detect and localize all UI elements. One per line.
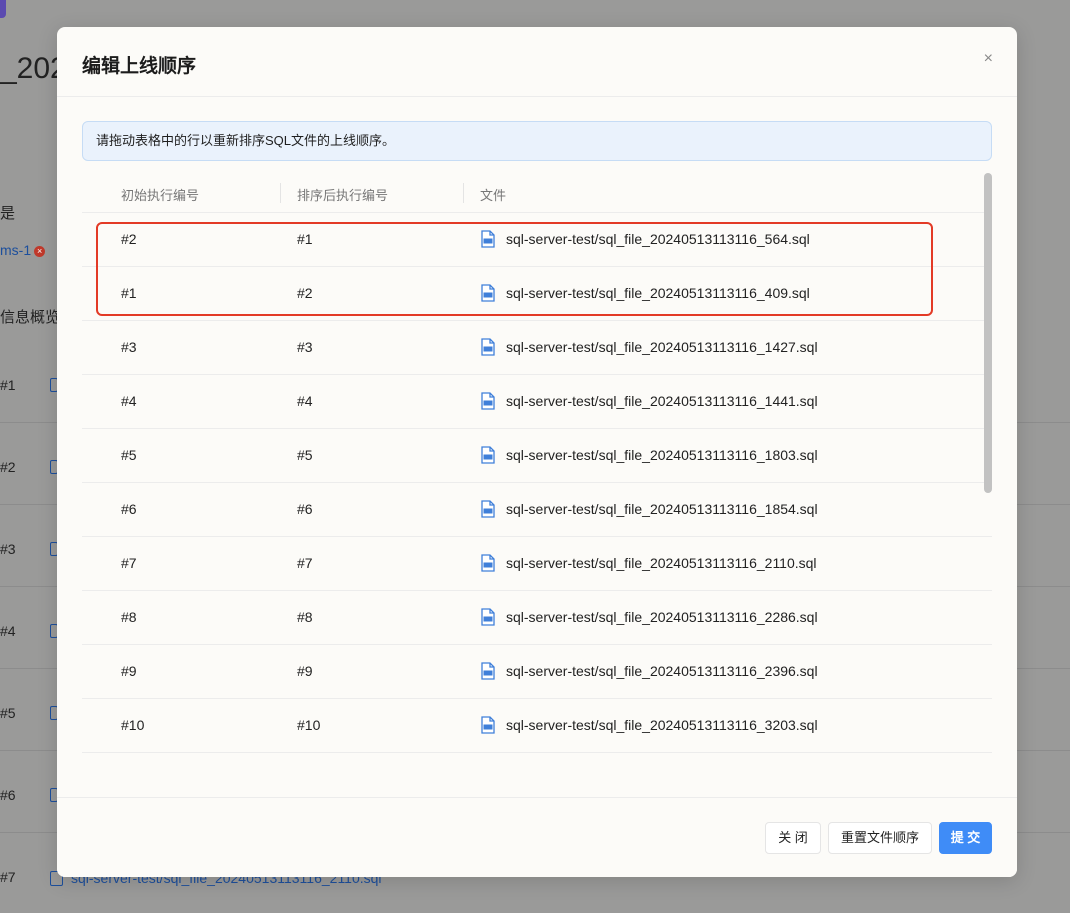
table-row[interactable]: #6 #6 sql-server-test/sql_file_20240513113… (82, 483, 992, 537)
scrollbar-thumb[interactable] (984, 173, 992, 493)
sorted-order: #8 (297, 609, 313, 625)
sorted-order: #4 (297, 393, 313, 409)
file-link[interactable]: sql-server-test/sql_file_20240513113116_… (506, 501, 818, 517)
table-header: 初始执行编号 排序后执行编号 文件 (82, 173, 992, 213)
column-header-sorted: 排序后执行编号 (297, 188, 389, 203)
file-link[interactable]: sql-server-test/sql_file_20240513113116_… (506, 339, 818, 355)
close-button[interactable]: 关 闭 (765, 822, 821, 854)
file-cell: sql-server-test/sql_file_20240513113116_… (480, 446, 818, 464)
edit-order-modal: 编辑上线顺序 × 请拖动表格中的行以重新排序SQL文件的上线顺序。 初始执行编号… (57, 27, 1017, 877)
file-link[interactable]: sql-server-test/sql_file_20240513113116_… (506, 609, 818, 625)
column-divider (463, 183, 464, 203)
sql-file-icon (481, 446, 495, 464)
sort-table: 初始执行编号 排序后执行编号 文件 #2 #1 sql-server-test/sq… (82, 173, 992, 773)
sorted-order: #2 (297, 285, 313, 301)
file-cell: sql-server-test/sql_file_20240513113116_… (480, 554, 817, 572)
file-link[interactable]: sql-server-test/sql_file_20240513113116_… (506, 285, 810, 301)
background-row-number: #4 (0, 623, 16, 639)
file-link[interactable]: sql-server-test/sql_file_20240513113116_… (506, 447, 818, 463)
background-row-number: #2 (0, 459, 16, 475)
sql-file-icon (481, 554, 495, 572)
reset-order-button[interactable]: 重置文件顺序 (828, 822, 932, 854)
table-row[interactable]: #9 #9 sql-server-test/sql_file_20240513113… (82, 645, 992, 699)
background-row-number: #7 (0, 869, 16, 885)
initial-order: #2 (121, 231, 137, 247)
sql-file-icon (481, 230, 495, 248)
file-link[interactable]: sql-server-test/sql_file_20240513113116_… (506, 231, 810, 247)
file-cell: sql-server-test/sql_file_20240513113116_… (480, 230, 810, 248)
background-row-number: #6 (0, 787, 16, 803)
table-row[interactable]: #10 #10 sql-server-test/sql_file_202405131… (82, 699, 992, 753)
table-row[interactable]: #2 #1 sql-server-test/sql_file_20240513113… (82, 213, 992, 267)
sorted-order: #1 (297, 231, 313, 247)
background-row-number: #5 (0, 705, 16, 721)
background-overview-label: 信息概览 (0, 309, 61, 326)
initial-order: #3 (121, 339, 137, 355)
file-cell: sql-server-test/sql_file_20240513113116_… (480, 608, 818, 626)
file-cell: sql-server-test/sql_file_20240513113116_… (480, 284, 810, 302)
modal-header: 编辑上线顺序 × (57, 27, 1017, 97)
file-cell: sql-server-test/sql_file_20240513113116_… (480, 500, 818, 518)
sql-file-icon (481, 392, 495, 410)
background-row-number: #3 (0, 541, 16, 557)
sorted-order: #9 (297, 663, 313, 679)
file-link[interactable]: sql-server-test/sql_file_20240513113116_… (506, 663, 818, 679)
initial-order: #8 (121, 609, 137, 625)
sql-file-icon (481, 608, 495, 626)
table-row[interactable]: #1 #2 sql-server-test/sql_file_20240513113… (82, 267, 992, 321)
background-top-button (0, 0, 6, 18)
table-row[interactable]: #7 #7 sql-server-test/sql_file_20240513113… (82, 537, 992, 591)
info-alert: 请拖动表格中的行以重新排序SQL文件的上线顺序。 (82, 121, 992, 161)
modal-footer: 关 闭 重置文件顺序 提 交 (57, 797, 1017, 877)
initial-order: #5 (121, 447, 137, 463)
file-link[interactable]: sql-server-test/sql_file_20240513113116_… (506, 555, 817, 571)
file-link[interactable]: sql-server-test/sql_file_20240513113116_… (506, 717, 818, 733)
file-cell: sql-server-test/sql_file_20240513113116_… (480, 662, 818, 680)
sorted-order: #5 (297, 447, 313, 463)
sql-file-icon (481, 662, 495, 680)
initial-order: #1 (121, 285, 137, 301)
initial-order: #10 (121, 717, 145, 733)
column-header-initial: 初始执行编号 (121, 188, 200, 203)
column-header-file: 文件 (480, 188, 507, 203)
sql-file-icon (481, 284, 495, 302)
initial-order: #4 (121, 393, 137, 409)
tag-remove-icon: × (34, 246, 46, 257)
close-icon[interactable]: × (984, 51, 993, 67)
table-row[interactable]: #5 #5 sql-server-test/sql_file_20240513113… (82, 429, 992, 483)
initial-order: #7 (121, 555, 137, 571)
file-cell: sql-server-test/sql_file_20240513113116_… (480, 392, 818, 410)
table-row[interactable]: #3 #3 sql-server-test/sql_file_20240513113… (82, 321, 992, 375)
submit-button[interactable]: 提 交 (939, 822, 992, 854)
sql-file-icon (481, 338, 495, 356)
table-scrollbar[interactable] (984, 173, 992, 773)
table-body: #2 #1 sql-server-test/sql_file_20240513113… (82, 213, 992, 753)
background-label: 是 (0, 205, 16, 222)
sorted-order: #10 (297, 717, 321, 733)
file-link[interactable]: sql-server-test/sql_file_20240513113116_… (506, 393, 818, 409)
sql-file-icon (481, 716, 495, 734)
sorted-order: #6 (297, 501, 313, 517)
background-row-number: #1 (0, 377, 16, 393)
file-cell: sql-server-test/sql_file_20240513113116_… (480, 338, 818, 356)
table-row[interactable]: #8 #8 sql-server-test/sql_file_20240513113… (82, 591, 992, 645)
sorted-order: #7 (297, 555, 313, 571)
initial-order: #9 (121, 663, 137, 679)
initial-order: #6 (121, 501, 137, 517)
table-row[interactable]: #4 #4 sql-server-test/sql_file_20240513113… (82, 375, 992, 429)
modal-title: 编辑上线顺序 (82, 56, 197, 77)
column-divider (280, 183, 281, 203)
background-tag: ms-1 × (0, 242, 46, 258)
file-cell: sql-server-test/sql_file_20240513113116_… (480, 716, 818, 734)
sorted-order: #3 (297, 339, 313, 355)
sql-file-icon (481, 500, 495, 518)
